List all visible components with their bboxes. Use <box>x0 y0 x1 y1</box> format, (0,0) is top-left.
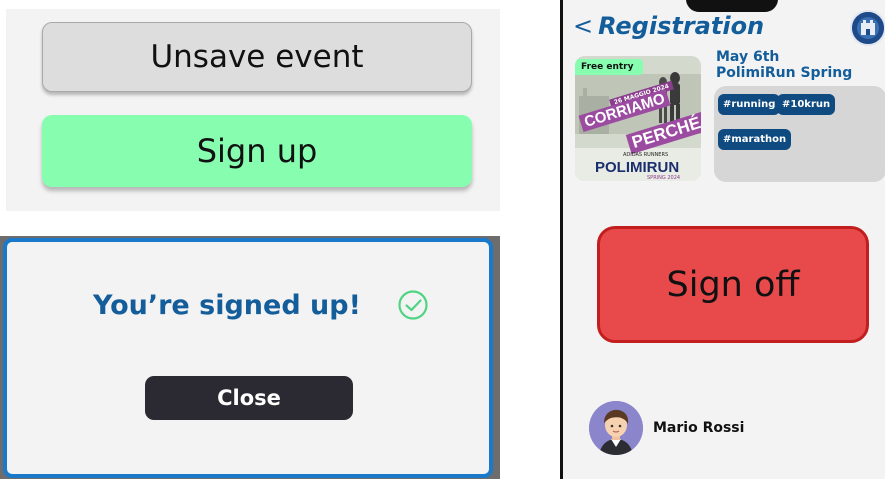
event-date: May 6th <box>716 49 780 65</box>
back-chevron-icon: < <box>573 12 594 40</box>
signed-up-dialog: You’re signed up! Close <box>3 238 493 478</box>
unsave-event-button[interactable]: Unsave event <box>42 22 472 92</box>
phone-notch <box>686 0 778 12</box>
registration-screen: < Registration Free entry 26 MAGGIO 2024… <box>560 0 885 479</box>
tag-10krun[interactable]: #10krun <box>777 94 836 115</box>
poster-brand: POLIMIRUN <box>595 159 680 176</box>
event-name: PolimiRun Spring <box>716 65 853 81</box>
poster-sponsor: ADIDAS RUNNERS <box>623 152 669 158</box>
logo-emblem-icon <box>852 12 884 44</box>
back-button[interactable]: < Registration <box>573 12 764 40</box>
event-actions-panel: Unsave event Sign up <box>6 9 500 211</box>
event-poster-image[interactable]: Free entry 26 MAGGIO 2024 CORRIAMO PERCH… <box>575 56 701 181</box>
check-circle-icon <box>398 290 428 320</box>
user-avatar[interactable] <box>589 401 643 455</box>
poster-edition: SPRING 2024 <box>647 175 681 181</box>
person-avatar-icon <box>589 401 643 455</box>
tags-container: #running #10krun #marathon <box>714 86 885 182</box>
tag-marathon[interactable]: #marathon <box>718 129 792 150</box>
user-name: Mario Rossi <box>653 420 745 436</box>
free-entry-badge: Free entry <box>575 59 644 75</box>
app-logo[interactable] <box>850 10 885 46</box>
sign-off-button[interactable]: Sign off <box>597 226 869 343</box>
dialog-title: You’re signed up! <box>93 290 361 321</box>
close-button[interactable]: Close <box>145 376 353 420</box>
sign-up-button[interactable]: Sign up <box>42 115 472 187</box>
page-title: Registration <box>598 12 765 40</box>
tag-running[interactable]: #running <box>718 94 781 115</box>
